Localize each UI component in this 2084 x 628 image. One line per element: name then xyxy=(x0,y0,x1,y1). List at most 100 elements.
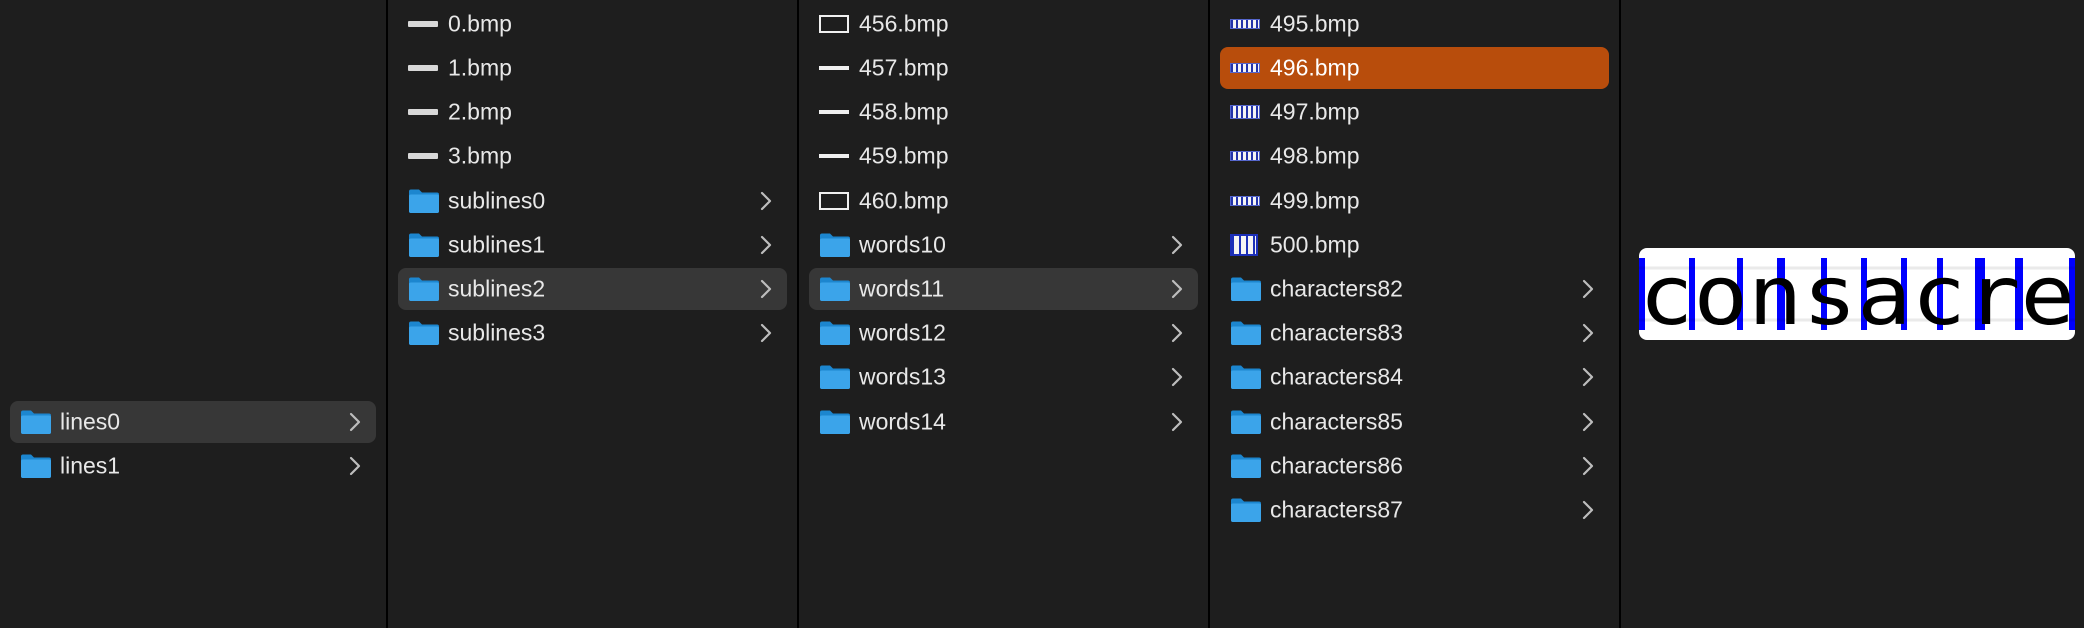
folder-row-words13[interactable]: words13 xyxy=(809,356,1198,398)
bmp-thumbnail-icon xyxy=(408,153,438,159)
folder-icon xyxy=(409,189,439,213)
folder-icon xyxy=(1231,498,1261,522)
folder-label: sublines2 xyxy=(448,275,546,302)
chevron-right-icon xyxy=(760,191,772,211)
folder-row-characters86[interactable]: characters86 xyxy=(1220,445,1609,487)
folder-label: words10 xyxy=(859,231,946,258)
file-label: 0.bmp xyxy=(448,10,512,37)
chevron-right-icon xyxy=(760,279,772,299)
chevron-right-icon xyxy=(1582,323,1594,343)
preview-pane: consacre xyxy=(1621,0,2084,628)
folder-row-sublines2[interactable]: sublines2 xyxy=(398,268,787,310)
file-row-496-bmp[interactable]: 496.bmp xyxy=(1220,47,1609,89)
file-row-499-bmp[interactable]: 499.bmp xyxy=(1220,180,1609,222)
bmp-thumbnail-icon xyxy=(819,192,849,210)
bmp-thumbnail-icon xyxy=(1230,151,1260,161)
file-label: 459.bmp xyxy=(859,142,949,169)
folder-icon xyxy=(409,233,439,257)
file-row-497-bmp[interactable]: 497.bmp xyxy=(1220,91,1609,133)
folder-row-words12[interactable]: words12 xyxy=(809,312,1198,354)
file-row-456-bmp[interactable]: 456.bmp xyxy=(809,3,1198,45)
folder-label: words13 xyxy=(859,363,946,390)
chevron-right-icon xyxy=(1171,412,1183,432)
folder-label: sublines1 xyxy=(448,231,546,258)
folder-label: sublines3 xyxy=(448,319,546,346)
file-row-458-bmp[interactable]: 458.bmp xyxy=(809,91,1198,133)
file-label: 457.bmp xyxy=(859,54,949,81)
column-3[interactable]: 456.bmp 457.bmp 458.bmp 459.bmp 460.bmp … xyxy=(799,0,1210,628)
chevron-right-icon xyxy=(1171,367,1183,387)
folder-label: characters84 xyxy=(1270,363,1403,390)
folder-row-characters87[interactable]: characters87 xyxy=(1220,489,1609,531)
file-label: 460.bmp xyxy=(859,187,949,214)
folder-icon xyxy=(1231,277,1261,301)
folder-row-characters84[interactable]: characters84 xyxy=(1220,356,1609,398)
bmp-thumbnail-icon xyxy=(1230,63,1260,73)
finder-column-browser: lines0 lines1 0.bmp 1.bmp 2.bmp 3.bmp su… xyxy=(0,0,2084,628)
chevron-right-icon xyxy=(349,456,361,476)
folder-icon xyxy=(820,365,850,389)
folder-row-characters82[interactable]: characters82 xyxy=(1220,268,1609,310)
file-row-460-bmp[interactable]: 460.bmp xyxy=(809,180,1198,222)
folder-icon xyxy=(21,454,51,478)
folder-row-characters85[interactable]: characters85 xyxy=(1220,401,1609,443)
preview-word-text: consacre xyxy=(1639,249,2075,340)
folder-icon xyxy=(409,321,439,345)
file-label: 499.bmp xyxy=(1270,187,1360,214)
file-row-1-bmp[interactable]: 1.bmp xyxy=(398,47,787,89)
folder-icon xyxy=(409,277,439,301)
file-row-495-bmp[interactable]: 495.bmp xyxy=(1220,3,1609,45)
folder-label: characters87 xyxy=(1270,496,1403,523)
file-row-500-bmp[interactable]: 500.bmp xyxy=(1220,224,1609,266)
file-row-2-bmp[interactable]: 2.bmp xyxy=(398,91,787,133)
file-row-3-bmp[interactable]: 3.bmp xyxy=(398,135,787,177)
file-row-459-bmp[interactable]: 459.bmp xyxy=(809,135,1198,177)
file-label: 497.bmp xyxy=(1270,98,1360,125)
folder-icon xyxy=(820,410,850,434)
bmp-thumbnail-icon xyxy=(408,65,438,71)
folder-row-sublines0[interactable]: sublines0 xyxy=(398,180,787,222)
file-label: 500.bmp xyxy=(1270,231,1360,258)
folder-row-words14[interactable]: words14 xyxy=(809,401,1198,443)
chevron-right-icon xyxy=(1171,235,1183,255)
bmp-thumbnail-icon xyxy=(408,21,438,27)
file-label: 458.bmp xyxy=(859,98,949,125)
bmp-preview-image: consacre xyxy=(1639,248,2075,340)
folder-icon xyxy=(820,277,850,301)
folder-icon xyxy=(820,233,850,257)
folder-row-sublines3[interactable]: sublines3 xyxy=(398,312,787,354)
file-row-457-bmp[interactable]: 457.bmp xyxy=(809,47,1198,89)
folder-label: lines0 xyxy=(60,408,121,435)
folder-row-words11[interactable]: words11 xyxy=(809,268,1198,310)
bmp-thumbnail-icon xyxy=(408,109,438,115)
folder-row-words10[interactable]: words10 xyxy=(809,224,1198,266)
file-row-0-bmp[interactable]: 0.bmp xyxy=(398,3,787,45)
column-2[interactable]: 0.bmp 1.bmp 2.bmp 3.bmp sublines0 sublin… xyxy=(388,0,799,628)
bmp-thumbnail-icon xyxy=(819,110,849,114)
file-label: 2.bmp xyxy=(448,98,512,125)
bmp-thumbnail-icon xyxy=(819,154,849,158)
folder-row-lines1[interactable]: lines1 xyxy=(10,445,376,487)
bmp-thumbnail-icon xyxy=(1230,196,1260,206)
chevron-right-icon xyxy=(1582,500,1594,520)
file-label: 1.bmp xyxy=(448,54,512,81)
folder-label: words11 xyxy=(859,275,945,302)
chevron-right-icon xyxy=(760,235,772,255)
chevron-right-icon xyxy=(1582,367,1594,387)
folder-label: words12 xyxy=(859,319,946,346)
chevron-right-icon xyxy=(1171,279,1183,299)
column-4[interactable]: 495.bmp 496.bmp 497.bmp 498.bmp 499.bmp … xyxy=(1210,0,1621,628)
bmp-thumbnail-icon xyxy=(819,66,849,70)
file-label: 498.bmp xyxy=(1270,142,1360,169)
chevron-right-icon xyxy=(1171,323,1183,343)
folder-row-characters83[interactable]: characters83 xyxy=(1220,312,1609,354)
folder-label: characters85 xyxy=(1270,408,1403,435)
column-1[interactable]: lines0 lines1 xyxy=(0,0,388,628)
folder-icon xyxy=(1231,365,1261,389)
folder-row-sublines1[interactable]: sublines1 xyxy=(398,224,787,266)
file-row-498-bmp[interactable]: 498.bmp xyxy=(1220,135,1609,177)
file-label: 3.bmp xyxy=(448,142,512,169)
folder-row-lines0[interactable]: lines0 xyxy=(10,401,376,443)
folder-label: words14 xyxy=(859,408,946,435)
bmp-thumbnail-icon xyxy=(1230,19,1260,29)
